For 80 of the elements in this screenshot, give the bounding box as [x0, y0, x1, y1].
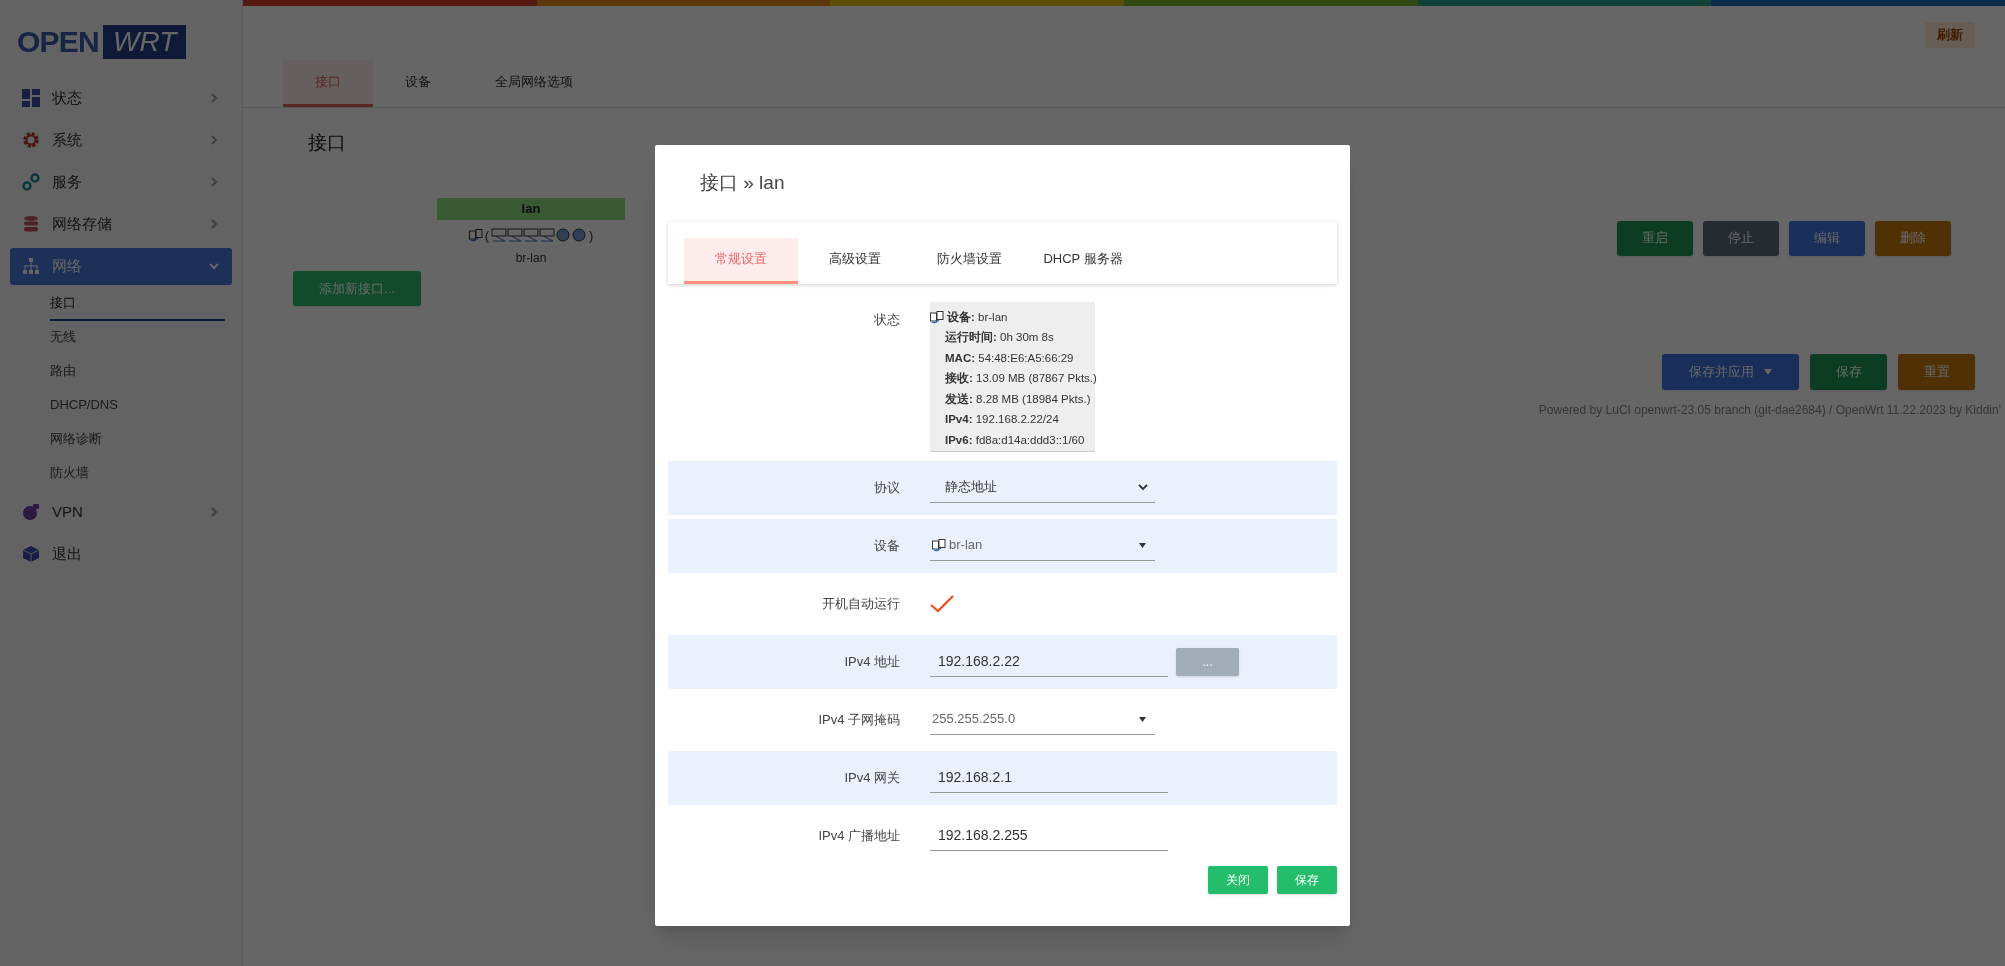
sidebar-subitem[interactable]: DHCP/DNS [50, 389, 225, 423]
sidebar-item[interactable]: 网络 [10, 247, 232, 285]
page-action-button[interactable]: 保存并应用 [1662, 354, 1799, 390]
section-title: 接口 [308, 131, 347, 155]
action-button[interactable]: 编辑 [1789, 220, 1865, 256]
tab[interactable]: 全局网络选项 [463, 60, 605, 107]
sidebar-item[interactable]: VPN [10, 493, 232, 531]
tab[interactable]: 设备 [373, 60, 463, 107]
chevron-right-icon [208, 506, 220, 518]
select-field[interactable]: 静态地址 [930, 472, 1155, 503]
logo-badge: WRT [103, 25, 187, 59]
field-label: IPv4 子网掩码 [817, 710, 900, 729]
dialog-button[interactable]: 保存 [1277, 865, 1337, 894]
chevron-right-icon [208, 92, 220, 104]
action-button[interactable]: 重启 [1617, 220, 1693, 256]
more-button[interactable]: ... [1176, 647, 1239, 676]
gear-icon [22, 131, 40, 149]
sidebar-item[interactable]: 系统 [10, 121, 232, 159]
input-field[interactable]: 192.168.2.1 [930, 762, 1168, 793]
dialog-tab[interactable]: 防火墙设置 [912, 237, 1026, 284]
sidebar-item[interactable]: 退出 [10, 535, 232, 573]
interface-device: br-lan [515, 250, 547, 267]
logo-text: OPEN [17, 27, 100, 57]
ethernet-port-icon [930, 310, 944, 324]
caret-down-icon [1139, 716, 1146, 722]
sidebar-subitem[interactable]: 接口 [50, 287, 225, 321]
cube-icon [22, 545, 40, 563]
chevron-right-icon [208, 218, 220, 230]
page-action-button[interactable]: 保存 [1810, 354, 1887, 390]
dialog-tab[interactable]: DHCP 服务器 [1026, 237, 1140, 284]
refresh-button[interactable]: 刷新 [1925, 22, 1975, 48]
bracket: ) [589, 226, 594, 245]
dropdown-field[interactable]: br-lan [930, 530, 1155, 561]
dashboard-icon [22, 89, 40, 107]
action-button[interactable]: 删除 [1875, 220, 1951, 256]
check-icon [930, 594, 954, 613]
ethernet-port-icon [468, 228, 483, 242]
field-label: 开机自动运行 [821, 594, 900, 613]
chevron-right-icon [208, 134, 220, 146]
add-interface-button[interactable]: 添加新接口... [293, 271, 421, 306]
field-label: IPv4 广播地址 [817, 826, 900, 845]
status-line: MAC: 54:48:E6:A5:66:29 [945, 350, 1074, 366]
status-line: 运行时间: 0h 30m 8s [945, 330, 1054, 345]
page-action-button[interactable]: 重置 [1898, 354, 1975, 390]
bracket: ( [484, 226, 489, 245]
gears-icon [22, 173, 40, 191]
sidebar-item[interactable]: 服务 [10, 163, 232, 201]
dialog-title: 接口 » lan [700, 171, 786, 195]
status-line: IPv4: 192.168.2.22/24 [945, 412, 1059, 427]
sidebar-subitem[interactable]: 网络诊断 [50, 423, 225, 457]
interface-name: lan [437, 197, 625, 220]
dialog-tab[interactable]: 高级设置 [798, 237, 912, 284]
input-field[interactable]: 192.168.2.22 [930, 646, 1168, 677]
status-line: 接收: 13.09 MB (87867 Pkts.) [945, 371, 1097, 386]
sidebar-subitem[interactable]: 防火墙 [50, 457, 225, 491]
status-line: 设备: br-lan [947, 309, 1008, 325]
database-icon [22, 215, 40, 233]
sidebar-subitem[interactable]: 无线 [50, 321, 225, 355]
field-label: IPv4 网关 [843, 768, 900, 787]
status-line: IPv6: fd8a:d14a:ddd3::1/60 [945, 432, 1085, 448]
caret-down-icon [1139, 542, 1146, 548]
ethernet-port-icon [932, 538, 946, 552]
dropdown-field[interactable]: 255.255.255.0 [930, 704, 1155, 735]
status-line: 发送: 8.28 MB (18984 Pkts.) [945, 391, 1091, 407]
field-label: IPv4 地址 [843, 652, 900, 671]
input-field[interactable]: 192.168.2.255 [930, 820, 1168, 851]
checkbox[interactable] [930, 593, 954, 614]
dialog-button[interactable]: 关闭 [1208, 865, 1268, 894]
field-label: 设备 [873, 536, 900, 555]
chevron-down-icon [208, 260, 220, 272]
sidebar-item[interactable]: 网络存储 [10, 205, 232, 243]
network-icon [22, 257, 40, 275]
globe-lock-icon [22, 503, 40, 521]
chevron-right-icon [208, 176, 220, 188]
dialog-tab[interactable]: 常规设置 [684, 237, 798, 284]
sidebar-item[interactable]: 状态 [10, 79, 232, 117]
field-label: 状态 [873, 310, 900, 329]
sidebar-subitem[interactable]: 路由 [50, 355, 225, 389]
field-label: 协议 [873, 478, 900, 497]
chevron-down-icon [1138, 483, 1148, 491]
